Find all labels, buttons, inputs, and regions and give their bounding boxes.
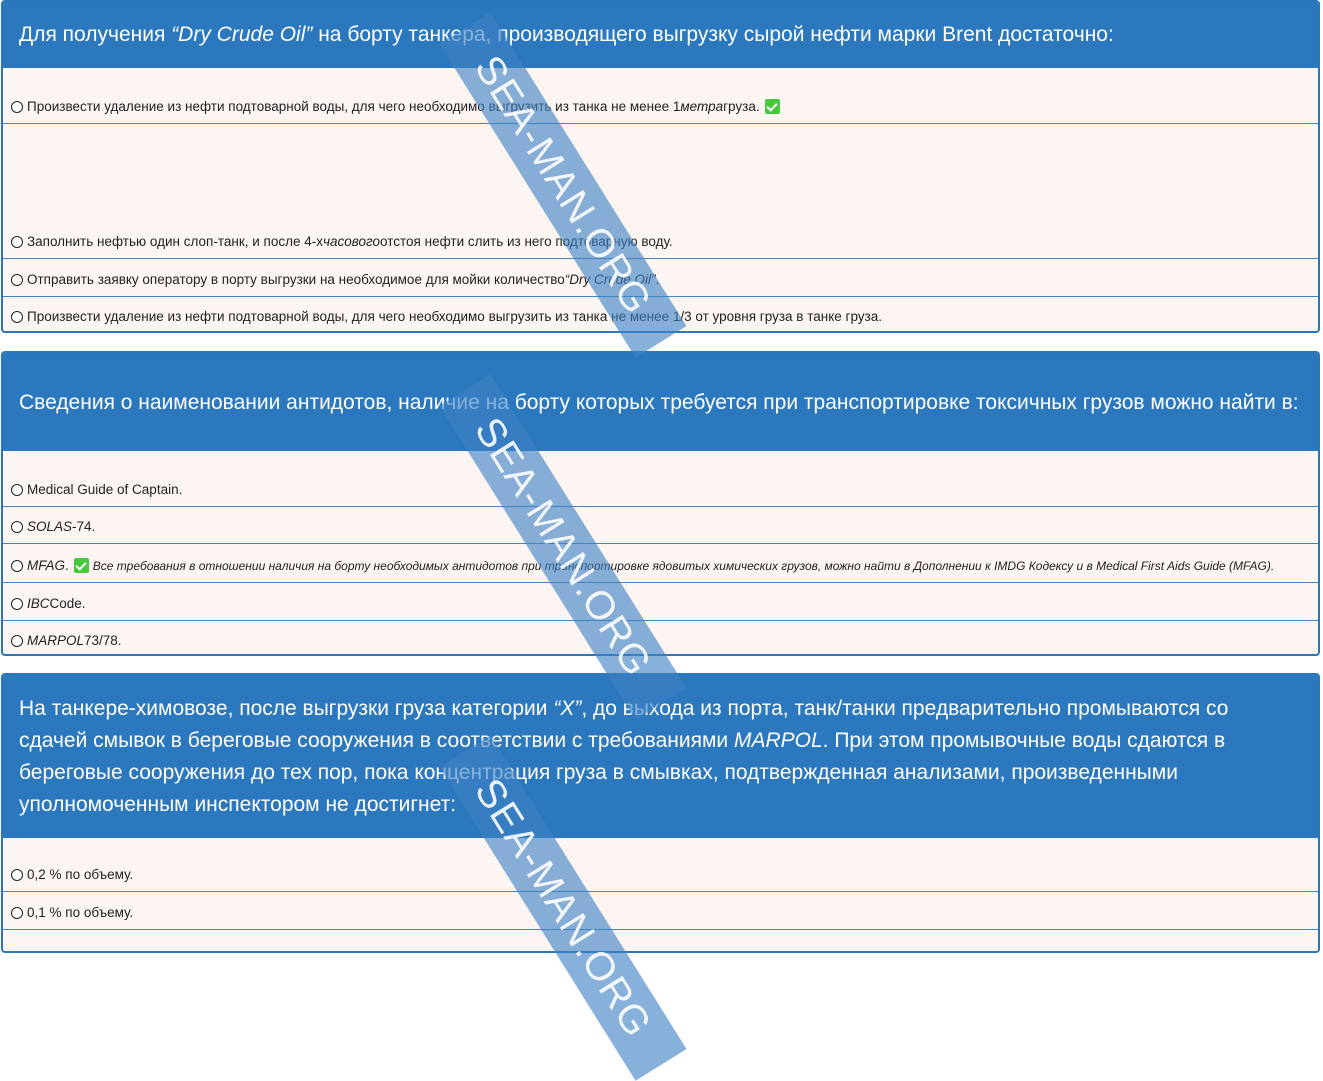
question-1-title: Для получения “Dry Crude Oil” на борту т…	[3, 2, 1318, 68]
question-2-title: Сведения о наименовании антидотов, налич…	[3, 353, 1318, 451]
radio-button[interactable]	[11, 520, 23, 533]
answer-option-2-1[interactable]: Medical Guide of Captain.	[3, 451, 1318, 506]
answer-option-3-1[interactable]: 0,2 % по объему.	[3, 838, 1318, 891]
question-card-1: Для получения “Dry Crude Oil” на борту т…	[1, 0, 1320, 333]
answer-option-2-2[interactable]: SOLAS -74.	[3, 506, 1318, 543]
answer-option-1-3[interactable]: Отправить заявку оператору в порту выгру…	[3, 258, 1318, 296]
correct-check-icon	[764, 99, 780, 114]
radio-button[interactable]	[11, 597, 23, 610]
radio-button[interactable]	[11, 906, 23, 919]
radio-button[interactable]	[11, 559, 23, 572]
answer-explanation: Все требования в отношении наличия на бо…	[92, 558, 1275, 573]
radio-button[interactable]	[11, 100, 23, 113]
radio-button[interactable]	[11, 235, 23, 248]
answer-option-2-4[interactable]: IBC Code.	[3, 582, 1318, 620]
answer-option-1-1[interactable]: Произвести удаление из нефти подтоварной…	[3, 68, 1318, 123]
answer-option-3-2[interactable]: 0,1 % по объему.	[3, 891, 1318, 929]
answer-option-2-5[interactable]: MARPOL 73/78.	[3, 620, 1318, 654]
radio-button[interactable]	[11, 868, 23, 881]
answer-option-3-3[interactable]	[3, 929, 1318, 951]
question-card-2: Сведения о наименовании антидотов, налич…	[1, 351, 1320, 656]
answer-option-1-2[interactable]: Заполнить нефтью один слоп-танк, и после…	[3, 123, 1318, 258]
correct-check-icon	[73, 558, 89, 573]
radio-button[interactable]	[11, 634, 23, 647]
radio-button[interactable]	[11, 483, 23, 496]
answer-option-1-4[interactable]: Произвести удаление из нефти подтоварной…	[3, 296, 1318, 331]
radio-button[interactable]	[11, 310, 23, 323]
answer-option-2-3[interactable]: MFAG. Все требования в отношении наличия…	[3, 543, 1318, 582]
question-3-title: На танкере-химовозе, после выгрузки груз…	[3, 675, 1318, 838]
question-card-3: На танкере-химовозе, после выгрузки груз…	[1, 673, 1320, 953]
radio-button[interactable]	[11, 273, 23, 286]
